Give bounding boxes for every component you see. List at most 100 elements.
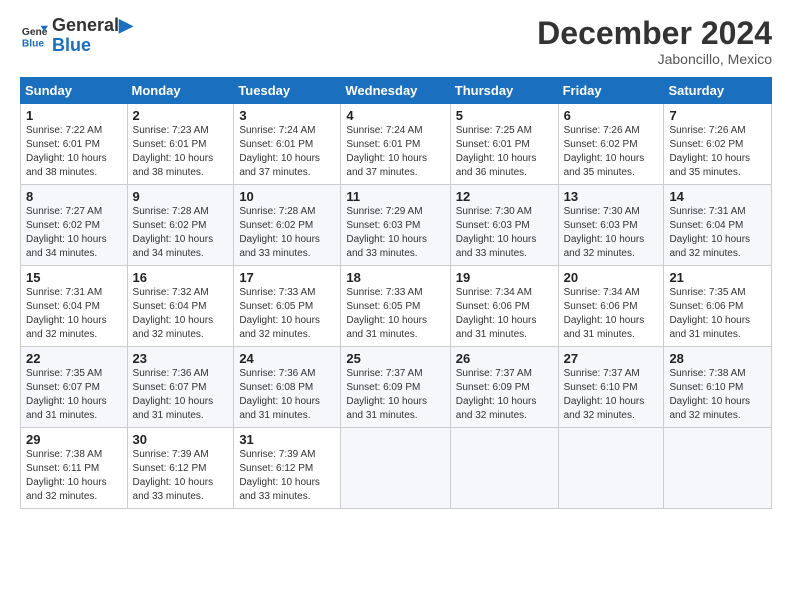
sunrise-label: Sunrise: 7:33 AM bbox=[239, 287, 315, 298]
calendar-cell: 24 Sunrise: 7:36 AM Sunset: 6:08 PM Dayl… bbox=[234, 347, 341, 428]
col-header-tuesday: Tuesday bbox=[234, 78, 341, 104]
sunrise-label: Sunrise: 7:37 AM bbox=[456, 368, 532, 379]
calendar-cell: 27 Sunrise: 7:37 AM Sunset: 6:10 PM Dayl… bbox=[558, 347, 664, 428]
day-number: 6 bbox=[564, 108, 659, 123]
daylight-label: Daylight: 10 hours and 32 minutes. bbox=[456, 396, 537, 421]
day-number: 7 bbox=[669, 108, 766, 123]
day-number: 24 bbox=[239, 351, 335, 366]
day-number: 4 bbox=[346, 108, 444, 123]
daylight-label: Daylight: 10 hours and 31 minutes. bbox=[133, 396, 214, 421]
daylight-label: Daylight: 10 hours and 32 minutes. bbox=[669, 234, 750, 259]
calendar-header-row: SundayMondayTuesdayWednesdayThursdayFrid… bbox=[21, 78, 772, 104]
calendar-week-row: 22 Sunrise: 7:35 AM Sunset: 6:07 PM Dayl… bbox=[21, 347, 772, 428]
sunset-label: Sunset: 6:02 PM bbox=[239, 220, 313, 231]
day-number: 18 bbox=[346, 270, 444, 285]
sunset-label: Sunset: 6:07 PM bbox=[26, 382, 100, 393]
calendar-cell: 30 Sunrise: 7:39 AM Sunset: 6:12 PM Dayl… bbox=[127, 428, 234, 509]
daylight-label: Daylight: 10 hours and 31 minutes. bbox=[26, 396, 107, 421]
sunset-label: Sunset: 6:01 PM bbox=[26, 139, 100, 150]
daylight-label: Daylight: 10 hours and 32 minutes. bbox=[26, 315, 107, 340]
day-info: Sunrise: 7:37 AM Sunset: 6:09 PM Dayligh… bbox=[456, 367, 553, 423]
sunrise-label: Sunrise: 7:38 AM bbox=[26, 449, 102, 460]
day-number: 15 bbox=[26, 270, 122, 285]
day-number: 31 bbox=[239, 432, 335, 447]
col-header-thursday: Thursday bbox=[450, 78, 558, 104]
daylight-label: Daylight: 10 hours and 31 minutes. bbox=[239, 396, 320, 421]
sunrise-label: Sunrise: 7:27 AM bbox=[26, 206, 102, 217]
sunset-label: Sunset: 6:01 PM bbox=[239, 139, 313, 150]
calendar-cell bbox=[558, 428, 664, 509]
col-header-wednesday: Wednesday bbox=[341, 78, 450, 104]
day-info: Sunrise: 7:30 AM Sunset: 6:03 PM Dayligh… bbox=[456, 205, 553, 261]
calendar-cell: 3 Sunrise: 7:24 AM Sunset: 6:01 PM Dayli… bbox=[234, 104, 341, 185]
day-number: 8 bbox=[26, 189, 122, 204]
sunrise-label: Sunrise: 7:30 AM bbox=[456, 206, 532, 217]
daylight-label: Daylight: 10 hours and 33 minutes. bbox=[239, 477, 320, 502]
sunset-label: Sunset: 6:09 PM bbox=[346, 382, 420, 393]
sunset-label: Sunset: 6:12 PM bbox=[133, 463, 207, 474]
day-info: Sunrise: 7:24 AM Sunset: 6:01 PM Dayligh… bbox=[239, 124, 335, 180]
day-info: Sunrise: 7:36 AM Sunset: 6:07 PM Dayligh… bbox=[133, 367, 229, 423]
day-info: Sunrise: 7:29 AM Sunset: 6:03 PM Dayligh… bbox=[346, 205, 444, 261]
day-info: Sunrise: 7:24 AM Sunset: 6:01 PM Dayligh… bbox=[346, 124, 444, 180]
day-info: Sunrise: 7:22 AM Sunset: 6:01 PM Dayligh… bbox=[26, 124, 122, 180]
calendar-week-row: 29 Sunrise: 7:38 AM Sunset: 6:11 PM Dayl… bbox=[21, 428, 772, 509]
sunset-label: Sunset: 6:04 PM bbox=[133, 301, 207, 312]
svg-text:Blue: Blue bbox=[22, 38, 45, 49]
daylight-label: Daylight: 10 hours and 36 minutes. bbox=[456, 153, 537, 178]
calendar-cell: 21 Sunrise: 7:35 AM Sunset: 6:06 PM Dayl… bbox=[664, 266, 772, 347]
sunset-label: Sunset: 6:03 PM bbox=[456, 220, 530, 231]
sunset-label: Sunset: 6:01 PM bbox=[133, 139, 207, 150]
calendar-table: SundayMondayTuesdayWednesdayThursdayFrid… bbox=[20, 77, 772, 509]
day-info: Sunrise: 7:39 AM Sunset: 6:12 PM Dayligh… bbox=[133, 448, 229, 504]
sunrise-label: Sunrise: 7:38 AM bbox=[669, 368, 745, 379]
calendar-cell: 13 Sunrise: 7:30 AM Sunset: 6:03 PM Dayl… bbox=[558, 185, 664, 266]
calendar-cell: 20 Sunrise: 7:34 AM Sunset: 6:06 PM Dayl… bbox=[558, 266, 664, 347]
calendar-cell: 12 Sunrise: 7:30 AM Sunset: 6:03 PM Dayl… bbox=[450, 185, 558, 266]
calendar-cell: 28 Sunrise: 7:38 AM Sunset: 6:10 PM Dayl… bbox=[664, 347, 772, 428]
sunset-label: Sunset: 6:04 PM bbox=[26, 301, 100, 312]
logo-icon: General Blue bbox=[20, 22, 48, 50]
day-info: Sunrise: 7:23 AM Sunset: 6:01 PM Dayligh… bbox=[133, 124, 229, 180]
sunrise-label: Sunrise: 7:31 AM bbox=[26, 287, 102, 298]
day-number: 1 bbox=[26, 108, 122, 123]
daylight-label: Daylight: 10 hours and 33 minutes. bbox=[346, 234, 427, 259]
month-title: December 2024 bbox=[537, 16, 772, 51]
day-info: Sunrise: 7:37 AM Sunset: 6:10 PM Dayligh… bbox=[564, 367, 659, 423]
sunset-label: Sunset: 6:03 PM bbox=[564, 220, 638, 231]
day-info: Sunrise: 7:31 AM Sunset: 6:04 PM Dayligh… bbox=[26, 286, 122, 342]
sunrise-label: Sunrise: 7:36 AM bbox=[239, 368, 315, 379]
daylight-label: Daylight: 10 hours and 33 minutes. bbox=[133, 477, 214, 502]
col-header-sunday: Sunday bbox=[21, 78, 128, 104]
day-info: Sunrise: 7:26 AM Sunset: 6:02 PM Dayligh… bbox=[564, 124, 659, 180]
sunset-label: Sunset: 6:07 PM bbox=[133, 382, 207, 393]
day-info: Sunrise: 7:27 AM Sunset: 6:02 PM Dayligh… bbox=[26, 205, 122, 261]
day-number: 14 bbox=[669, 189, 766, 204]
sunrise-label: Sunrise: 7:25 AM bbox=[456, 125, 532, 136]
sunset-label: Sunset: 6:02 PM bbox=[26, 220, 100, 231]
sunset-label: Sunset: 6:10 PM bbox=[564, 382, 638, 393]
calendar-cell bbox=[341, 428, 450, 509]
calendar-week-row: 1 Sunrise: 7:22 AM Sunset: 6:01 PM Dayli… bbox=[21, 104, 772, 185]
calendar-cell: 4 Sunrise: 7:24 AM Sunset: 6:01 PM Dayli… bbox=[341, 104, 450, 185]
sunrise-label: Sunrise: 7:36 AM bbox=[133, 368, 209, 379]
sunrise-label: Sunrise: 7:30 AM bbox=[564, 206, 640, 217]
calendar-week-row: 15 Sunrise: 7:31 AM Sunset: 6:04 PM Dayl… bbox=[21, 266, 772, 347]
sunset-label: Sunset: 6:03 PM bbox=[346, 220, 420, 231]
day-number: 28 bbox=[669, 351, 766, 366]
day-info: Sunrise: 7:34 AM Sunset: 6:06 PM Dayligh… bbox=[456, 286, 553, 342]
calendar-cell: 16 Sunrise: 7:32 AM Sunset: 6:04 PM Dayl… bbox=[127, 266, 234, 347]
sunrise-label: Sunrise: 7:26 AM bbox=[564, 125, 640, 136]
calendar-cell bbox=[664, 428, 772, 509]
sunrise-label: Sunrise: 7:35 AM bbox=[26, 368, 102, 379]
day-info: Sunrise: 7:28 AM Sunset: 6:02 PM Dayligh… bbox=[239, 205, 335, 261]
calendar-cell: 9 Sunrise: 7:28 AM Sunset: 6:02 PM Dayli… bbox=[127, 185, 234, 266]
daylight-label: Daylight: 10 hours and 34 minutes. bbox=[133, 234, 214, 259]
day-number: 25 bbox=[346, 351, 444, 366]
day-number: 26 bbox=[456, 351, 553, 366]
title-block: December 2024 Jaboncillo, Mexico bbox=[537, 16, 772, 67]
day-number: 21 bbox=[669, 270, 766, 285]
day-number: 16 bbox=[133, 270, 229, 285]
daylight-label: Daylight: 10 hours and 33 minutes. bbox=[456, 234, 537, 259]
sunset-label: Sunset: 6:05 PM bbox=[239, 301, 313, 312]
